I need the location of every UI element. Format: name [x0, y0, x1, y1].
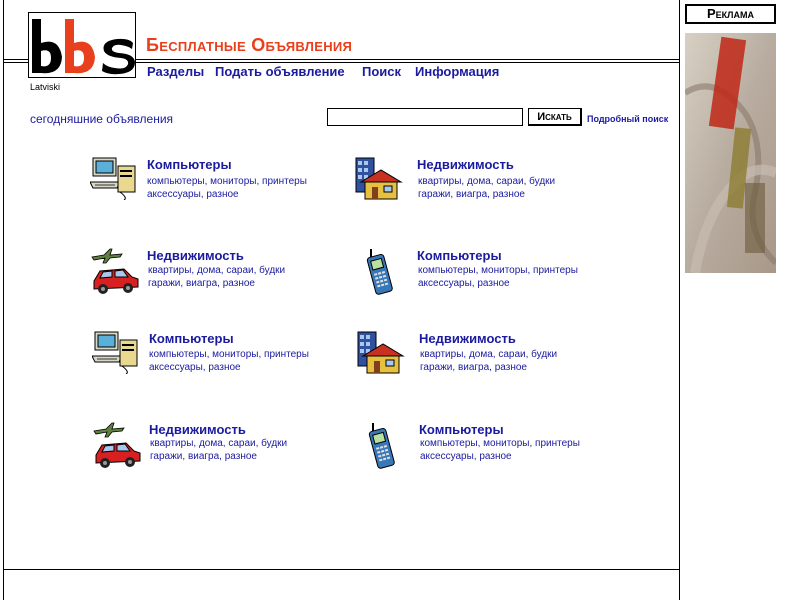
category-subitems: компьютеры, мониторы, принтеры аксессуар…: [147, 175, 307, 201]
category-subitems-line1[interactable]: квартиры, дома, сараи, будки: [418, 175, 555, 188]
house-icon[interactable]: [357, 330, 407, 381]
car-plane-icon[interactable]: [90, 247, 140, 300]
category-subitems-line2[interactable]: гаражи, виагра, разное: [420, 361, 557, 374]
category-title[interactable]: Компьютеры: [147, 157, 232, 172]
category-title[interactable]: Компьютеры: [419, 422, 504, 437]
mobile-phone-icon[interactable]: [355, 247, 405, 300]
category-subitems-line2[interactable]: гаражи, виагра, разное: [150, 450, 287, 463]
category-subitems: квартиры, дома, сараи, будки гаражи, виа…: [150, 437, 287, 463]
site-logo[interactable]: [28, 12, 136, 78]
category-title[interactable]: Компьютеры: [149, 331, 234, 346]
computer-icon[interactable]: [89, 156, 140, 205]
search-button[interactable]: Искать: [528, 108, 582, 126]
category-subitems: компьютеры, мониторы, принтеры аксессуар…: [418, 264, 578, 290]
ad-title: Реклама: [685, 4, 776, 24]
nav-info[interactable]: Информация: [415, 64, 499, 79]
category-title[interactable]: Компьютеры: [417, 248, 502, 263]
ad-banner[interactable]: [683, 33, 779, 274]
category-title[interactable]: Недвижимость: [149, 422, 246, 437]
todays-ads-link[interactable]: сегодняшние объявления: [30, 112, 173, 126]
category-subitems: квартиры, дома, сараи, будки гаражи, виа…: [420, 348, 557, 374]
nav-search[interactable]: Поиск: [362, 64, 401, 79]
category-subitems-line2[interactable]: аксессуары, разное: [418, 277, 578, 290]
category-subitems: квартиры, дома, сараи, будки гаражи, виа…: [418, 175, 555, 201]
car-plane-icon[interactable]: [92, 421, 142, 474]
category-subitems-line2[interactable]: гаражи, виагра, разное: [418, 188, 555, 201]
house-icon[interactable]: [355, 156, 405, 207]
right-column-border: [679, 0, 680, 600]
nav-sections[interactable]: Разделы: [147, 64, 204, 79]
category-subitems: квартиры, дома, сараи, будки гаражи, виа…: [148, 264, 285, 290]
category-subitems-line2[interactable]: гаражи, виагра, разное: [148, 277, 285, 290]
category-subitems-line1[interactable]: квартиры, дома, сараи, будки: [148, 264, 285, 277]
category-title[interactable]: Недвижимость: [147, 248, 244, 263]
category-title[interactable]: Недвижимость: [419, 331, 516, 346]
mobile-phone-icon[interactable]: [357, 421, 407, 474]
category-subitems-line1[interactable]: квартиры, дома, сараи, будки: [150, 437, 287, 450]
category-subitems-line2[interactable]: аксессуары, разное: [147, 188, 307, 201]
computer-icon[interactable]: [91, 330, 142, 379]
category-subitems-line1[interactable]: компьютеры, мониторы, принтеры: [149, 348, 309, 361]
left-border: [3, 0, 4, 600]
footer-rule: [4, 569, 679, 570]
category-subitems: компьютеры, мониторы, принтеры аксессуар…: [420, 437, 580, 463]
category-subitems-line2[interactable]: аксессуары, разное: [420, 450, 580, 463]
nav-post-ad[interactable]: Подать объявление: [215, 64, 345, 79]
advanced-search-link[interactable]: Подробный поиск: [587, 114, 668, 124]
category-title[interactable]: Недвижимость: [417, 157, 514, 172]
category-subitems-line1[interactable]: компьютеры, мониторы, принтеры: [418, 264, 578, 277]
site-title: Бесплатные Объявления: [146, 35, 353, 55]
search-input[interactable]: [327, 108, 523, 126]
category-subitems: компьютеры, мониторы, принтеры аксессуар…: [149, 348, 309, 374]
category-subitems-line2[interactable]: аксессуары, разное: [149, 361, 309, 374]
language-link[interactable]: Latviski: [30, 82, 60, 92]
category-subitems-line1[interactable]: квартиры, дома, сараи, будки: [420, 348, 557, 361]
category-subitems-line1[interactable]: компьютеры, мониторы, принтеры: [147, 175, 307, 188]
category-subitems-line1[interactable]: компьютеры, мониторы, принтеры: [420, 437, 580, 450]
